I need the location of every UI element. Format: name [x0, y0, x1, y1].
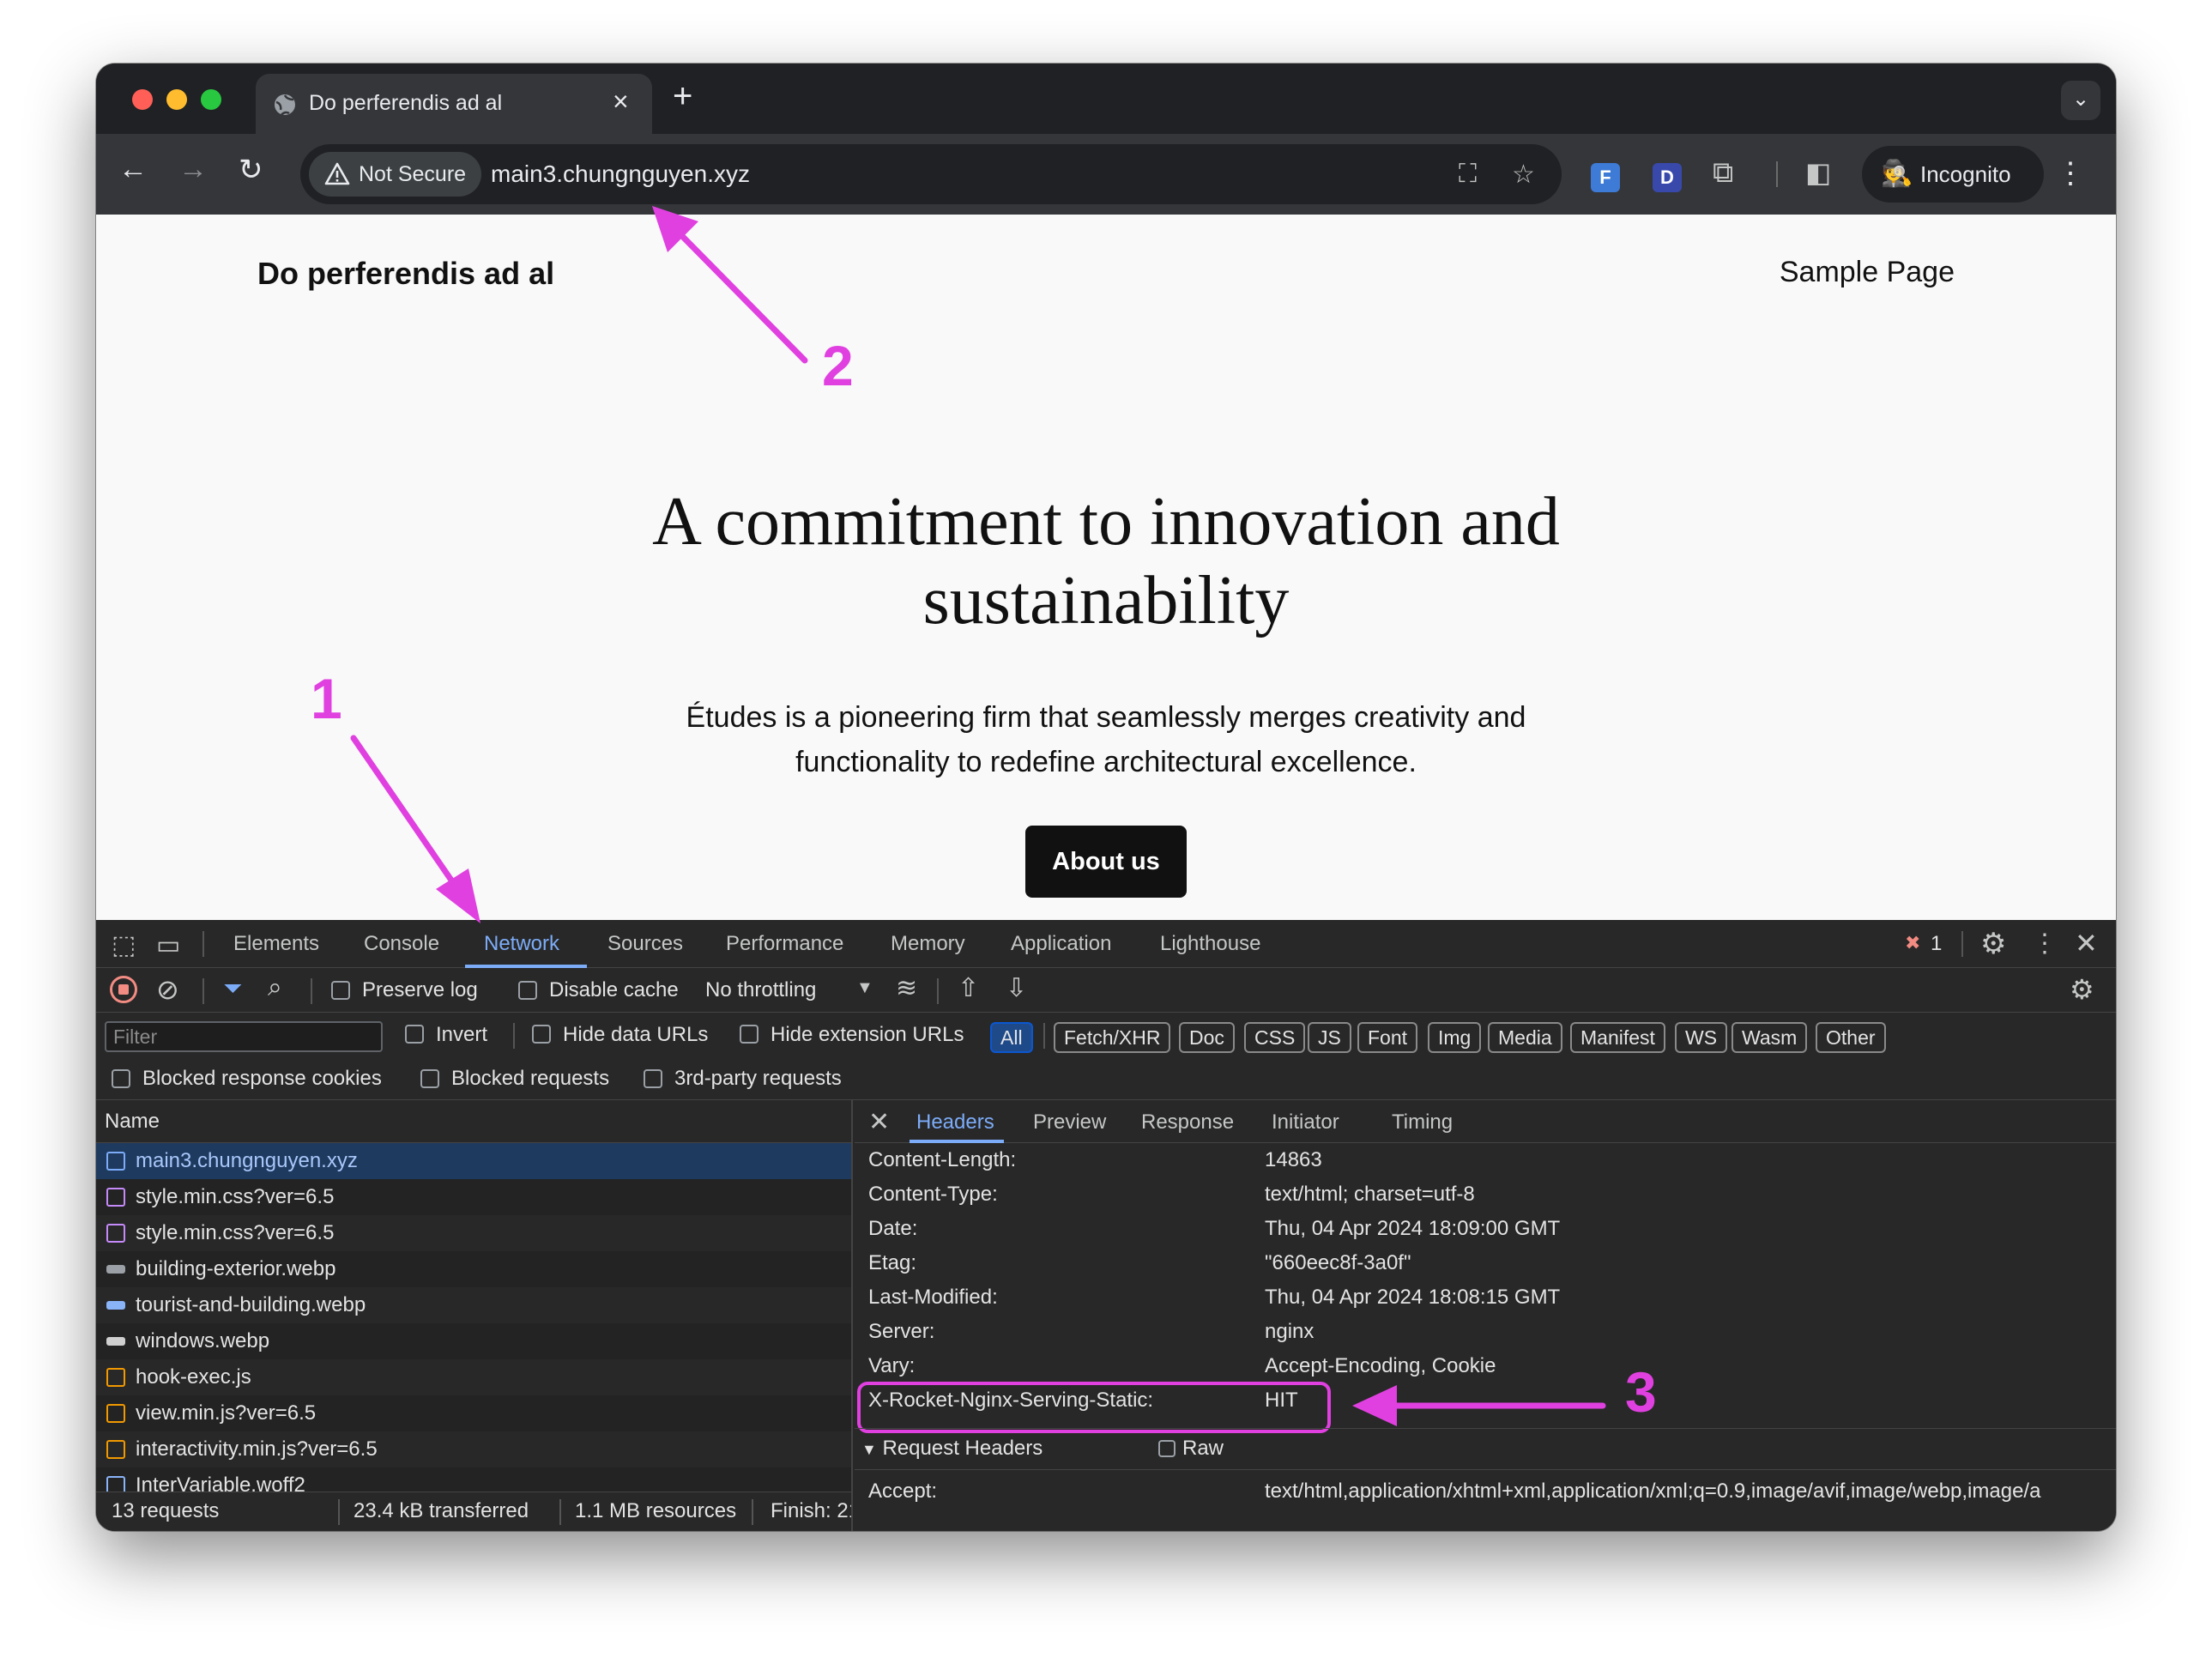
arrow-1-shaft — [350, 735, 467, 901]
arrow-3-head — [1352, 1385, 1397, 1426]
annotation-number-3: 3 — [1625, 1360, 1657, 1424]
annotation-number-1: 1 — [311, 667, 342, 730]
arrow-1-head — [436, 868, 480, 923]
annotation-arrows — [350, 206, 1606, 1426]
annotation-number-2: 2 — [822, 334, 854, 397]
arrow-2-shaft — [674, 228, 808, 364]
